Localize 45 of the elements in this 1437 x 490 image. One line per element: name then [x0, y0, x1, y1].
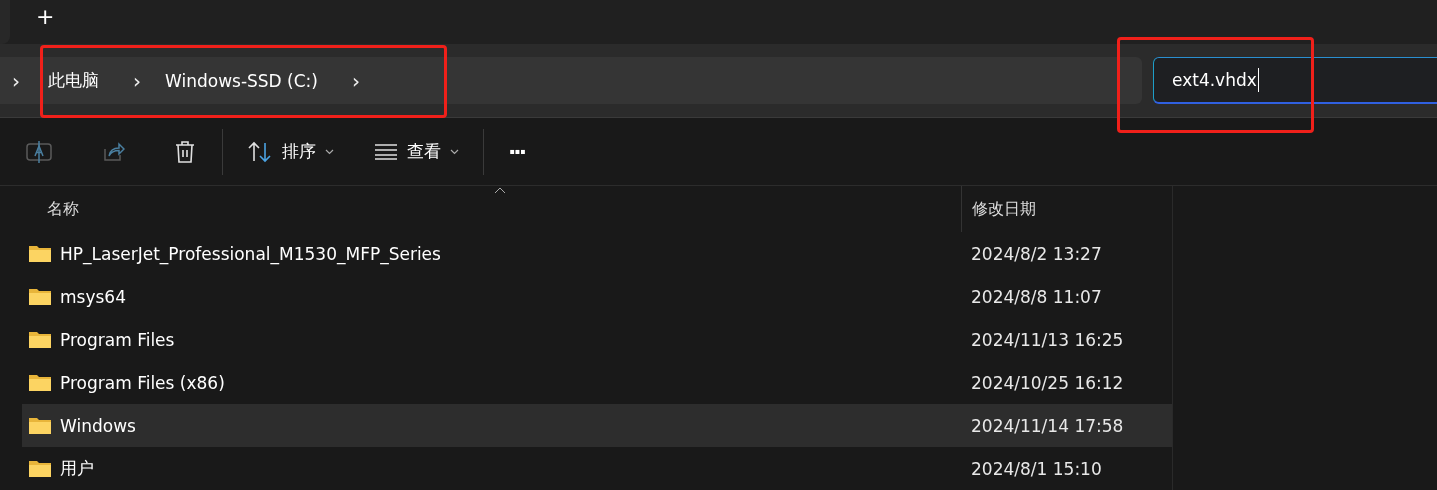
address-bar[interactable]: › 此电脑 › Windows-SSD (C:) › — [0, 57, 1142, 104]
file-row[interactable]: Windows 2024/11/14 17:58 — [22, 404, 1172, 447]
modified-date: 2024/11/13 16:25 — [970, 329, 1124, 350]
caret-icon — [325, 148, 334, 155]
breadcrumb-item[interactable]: Windows-SSD (C:) — [165, 70, 318, 91]
breadcrumb-chevron[interactable]: › — [133, 68, 141, 93]
file-name: HP_LaserJet_Professional_M1530_MFP_Series — [60, 243, 441, 264]
delete-icon[interactable] — [174, 139, 196, 164]
file-name: Program Files — [60, 329, 175, 350]
breadcrumb-item[interactable]: 此电脑 — [48, 69, 99, 92]
folder-icon — [29, 417, 51, 434]
folder-icon — [29, 288, 51, 305]
sort-button[interactable]: 排序 — [247, 140, 334, 163]
list-icon — [374, 143, 398, 160]
sort-icon — [247, 140, 273, 163]
file-row[interactable]: Program Files 2024/11/13 16:25 — [22, 318, 1172, 361]
share-icon[interactable] — [101, 139, 125, 164]
file-row[interactable]: HP_LaserJet_Professional_M1530_MFP_Series 2024/8/2 13:27 — [22, 232, 1172, 275]
breadcrumb-chevron[interactable]: › — [351, 68, 360, 93]
file-row[interactable]: 用户 2024/8/1 15:10 — [22, 447, 1172, 490]
file-row[interactable]: Program Files (x86) 2024/10/25 16:12 — [22, 361, 1172, 404]
folder-icon — [29, 245, 51, 262]
modified-date: 2024/8/1 15:10 — [970, 458, 1102, 479]
search-field[interactable]: ext4.vhdx — [1153, 57, 1437, 104]
sort-caret-icon — [494, 187, 506, 194]
file-name: 用户 — [60, 457, 94, 480]
caret-icon — [450, 148, 459, 155]
modified-date: 2024/8/8 11:07 — [970, 286, 1102, 307]
file-name: msys64 — [60, 286, 126, 307]
file-row[interactable]: msys64 2024/8/8 11:07 — [22, 275, 1172, 318]
new-tab-button[interactable]: + — [36, 4, 55, 29]
column-header[interactable]: 修改日期 — [961, 186, 1036, 232]
more-button[interactable]: ··· — [508, 139, 525, 164]
rename-icon[interactable] — [26, 139, 52, 164]
breadcrumb-chevron[interactable]: › — [12, 68, 20, 93]
modified-date: 2024/8/2 13:27 — [970, 243, 1102, 264]
file-name: Windows — [60, 415, 136, 436]
column-header[interactable]: 名称 — [47, 198, 961, 220]
folder-icon — [29, 460, 51, 477]
modified-date: 2024/11/14 17:58 — [970, 415, 1124, 436]
view-button[interactable]: 查看 — [374, 140, 459, 163]
modified-date: 2024/10/25 16:12 — [970, 372, 1124, 393]
folder-icon — [29, 374, 51, 391]
file-name: Program Files (x86) — [60, 372, 225, 393]
folder-icon — [29, 331, 51, 348]
